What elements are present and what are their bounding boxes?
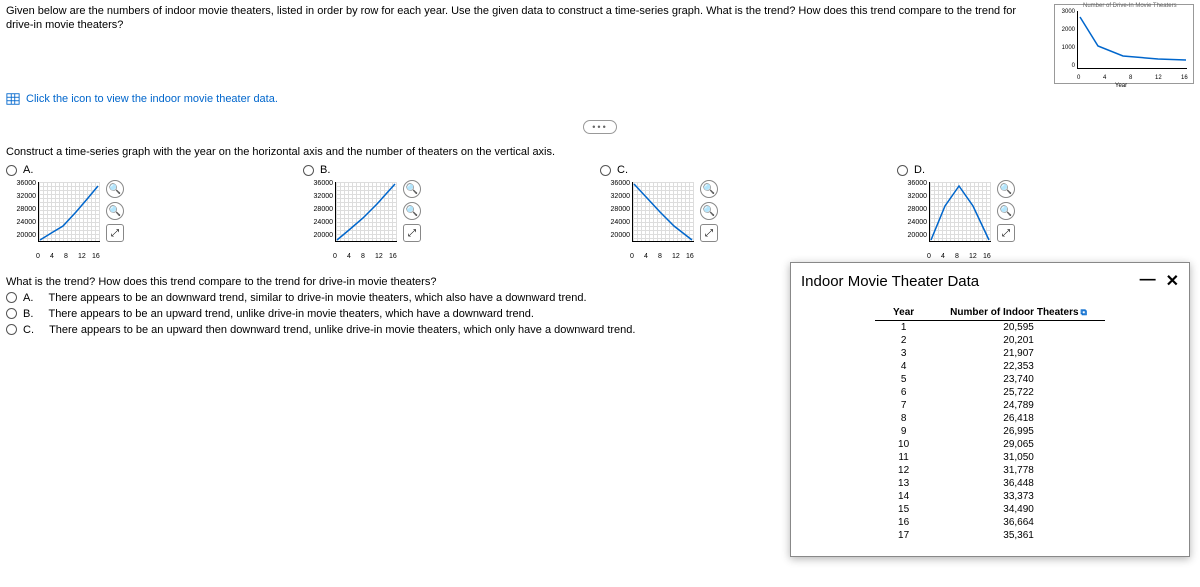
table-row: 120,595 xyxy=(875,321,1105,335)
view-data-link[interactable]: Click the icon to view the indoor movie … xyxy=(0,88,1200,116)
table-row: 1636,664 xyxy=(875,516,1105,529)
graph-option-c-label: C. xyxy=(617,164,628,176)
popup-title: Indoor Movie Theater Data xyxy=(801,273,979,290)
graph-option-a-chart: 36000 32000 28000 24000 20000 0 4 8 12 1… xyxy=(6,180,116,260)
graph-option-d-radio[interactable] xyxy=(897,165,908,176)
zoom-out-icon[interactable]: 🔍 xyxy=(403,202,421,220)
zoom-in-icon[interactable]: 🔍 xyxy=(106,180,124,198)
graph-option-b-radio[interactable] xyxy=(303,165,314,176)
answer-b-text: There appears to be an upward trend, unl… xyxy=(48,308,534,320)
answer-c-text: There appears to be an upward then downw… xyxy=(49,324,635,336)
copy-icon[interactable]: ⧉ xyxy=(1081,307,1087,317)
table-row: 1231,778 xyxy=(875,464,1105,477)
table-row: 1735,361 xyxy=(875,529,1105,542)
data-table: Year Number of Indoor Theaters⧉ 120,5952… xyxy=(875,305,1105,542)
col-theaters: Number of Indoor Theaters xyxy=(950,307,1078,318)
table-row: 1534,490 xyxy=(875,503,1105,516)
table-row: 1029,065 xyxy=(875,438,1105,451)
expand-icon[interactable]: ⤢ xyxy=(997,224,1015,242)
graph-option-a-radio[interactable] xyxy=(6,165,17,176)
zoom-in-icon[interactable]: 🔍 xyxy=(700,180,718,198)
drive-in-mini-chart: Number of Drive-In Movie Theaters 3000 2… xyxy=(1054,4,1194,84)
table-row: 724,789 xyxy=(875,399,1105,412)
table-row: 1131,050 xyxy=(875,451,1105,464)
graph-option-c-radio[interactable] xyxy=(600,165,611,176)
zoom-out-icon[interactable]: 🔍 xyxy=(997,202,1015,220)
table-row: 1433,373 xyxy=(875,490,1105,503)
table-row: 321,907 xyxy=(875,347,1105,360)
zoom-in-icon[interactable]: 🔍 xyxy=(403,180,421,198)
minimize-icon[interactable]: ― xyxy=(1140,271,1156,291)
expand-icon[interactable]: ⤢ xyxy=(403,224,421,242)
table-row: 220,201 xyxy=(875,334,1105,347)
data-popup: Indoor Movie Theater Data ― ✕ Year Numbe… xyxy=(790,262,1190,557)
graph-option-b-chart: 36000 32000 28000 24000 20000 0 4 8 12 1… xyxy=(303,180,413,260)
answer-c-radio[interactable] xyxy=(6,324,17,335)
graph-option-d-label: D. xyxy=(914,164,925,176)
close-icon[interactable]: ✕ xyxy=(1166,271,1179,291)
construct-instruction: Construct a time-series graph with the y… xyxy=(0,138,1200,164)
table-icon xyxy=(6,92,20,106)
ellipsis-button[interactable]: ••• xyxy=(583,120,616,134)
answer-a-radio[interactable] xyxy=(6,292,17,303)
question-intro: Given below are the numbers of indoor mo… xyxy=(6,4,1034,84)
graph-option-a-label: A. xyxy=(23,164,33,176)
col-year: Year xyxy=(875,305,932,321)
expand-icon[interactable]: ⤢ xyxy=(700,224,718,242)
table-row: 826,418 xyxy=(875,412,1105,425)
zoom-out-icon[interactable]: 🔍 xyxy=(700,202,718,220)
table-row: 422,353 xyxy=(875,360,1105,373)
answer-a-prefix: A. xyxy=(23,292,33,304)
table-row: 523,740 xyxy=(875,373,1105,386)
table-row: 1336,448 xyxy=(875,477,1105,490)
view-data-label: Click the icon to view the indoor movie … xyxy=(26,93,278,105)
table-row: 625,722 xyxy=(875,386,1105,399)
answer-b-radio[interactable] xyxy=(6,308,17,319)
answer-a-text: There appears to be an downward trend, s… xyxy=(48,292,586,304)
table-row: 926,995 xyxy=(875,425,1105,438)
answer-b-prefix: B. xyxy=(23,308,33,320)
answer-c-prefix: C. xyxy=(23,324,34,336)
zoom-in-icon[interactable]: 🔍 xyxy=(997,180,1015,198)
graph-option-c-chart: 36000 32000 28000 24000 20000 0 4 8 12 1… xyxy=(600,180,710,260)
graph-option-d-chart: 36000 32000 28000 24000 20000 0 4 8 12 1… xyxy=(897,180,1007,260)
graph-option-b-label: B. xyxy=(320,164,330,176)
expand-icon[interactable]: ⤢ xyxy=(106,224,124,242)
zoom-out-icon[interactable]: 🔍 xyxy=(106,202,124,220)
